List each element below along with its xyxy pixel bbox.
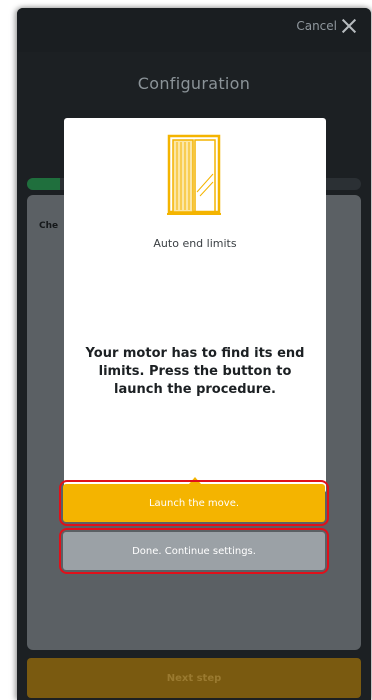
background-card-label: Che	[39, 221, 59, 231]
page-title: Configuration	[137, 74, 251, 93]
launch-move-button[interactable]: Launch the move.	[63, 484, 325, 522]
next-step-button[interactable]: Next step	[27, 658, 361, 698]
progress-fill	[27, 178, 61, 190]
button-pointer	[189, 477, 201, 484]
done-continue-button[interactable]: Done. Continue settings.	[63, 532, 325, 570]
close-icon	[341, 18, 357, 34]
sliding-door-icon	[167, 134, 221, 215]
cancel-button[interactable]: Cancel	[296, 18, 357, 34]
cancel-label: Cancel	[296, 19, 337, 33]
dialog-message: Your motor has to find its end limits. P…	[85, 346, 305, 397]
dialog-subtitle: Auto end limits	[153, 237, 237, 250]
auto-end-limits-dialog: Auto end limits Your motor has to find i…	[64, 118, 326, 493]
